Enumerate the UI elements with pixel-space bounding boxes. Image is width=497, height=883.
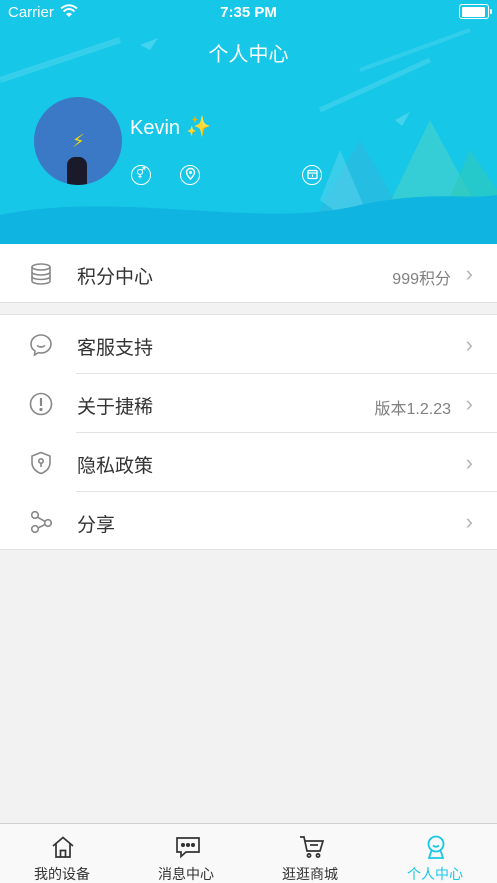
menu-label: 隐私政策 (77, 456, 154, 477)
tab-label: 逛逛商城 (282, 866, 338, 882)
tab-label: 我的设备 (34, 866, 90, 882)
status-bar: Carrier 7:35 PM (0, 0, 497, 26)
avatar[interactable]: ⚡ (34, 97, 122, 185)
menu-row-privacy[interactable]: 隐私政策 › (0, 433, 497, 492)
location-icon[interactable] (180, 165, 200, 185)
menu-row-support[interactable]: 客服支持 › (0, 315, 497, 374)
status-time: 7:35 PM (220, 4, 277, 21)
menu-label: 分享 (77, 515, 116, 536)
share-icon (28, 509, 54, 535)
chevron-right-icon: › (465, 332, 473, 357)
chevron-right-icon: › (465, 450, 473, 475)
menu-row-about[interactable]: 关于捷稀 版本1.2.23 › (0, 374, 497, 433)
chevron-right-icon: › (465, 261, 473, 286)
menu-row-points[interactable]: 积分中心 999积分 › (0, 244, 497, 303)
profile-icon (423, 834, 449, 860)
points-value: 999积分 (392, 271, 451, 288)
username[interactable]: Kevin (130, 117, 180, 140)
tab-shop[interactable]: 逛逛商城 (248, 824, 372, 883)
tab-label: 个人中心 (407, 866, 463, 882)
chevron-right-icon: › (465, 509, 473, 534)
avatar-figure (67, 157, 87, 185)
chevron-right-icon: › (465, 391, 473, 416)
menu-label: 客服支持 (77, 338, 154, 359)
settings-group: 客服支持 › 关于捷稀 版本1.2.23 › 隐私政策 › 分享 › (0, 314, 497, 550)
info-exclamation-icon (28, 391, 54, 417)
menu-label: 关于捷稀 (77, 397, 154, 418)
points-group: 积分中心 999积分 › (0, 244, 497, 303)
version-value: 版本1.2.23 (374, 401, 452, 418)
battery-icon (459, 4, 492, 19)
tab-profile[interactable]: 个人中心 (373, 824, 497, 883)
gender-icon[interactable]: ⚥ (131, 165, 151, 185)
message-icon (174, 834, 200, 860)
home-icon (50, 834, 76, 860)
coins-stack-icon (28, 261, 54, 287)
sparkles-emoji: ✨ (186, 116, 211, 138)
cart-icon (298, 834, 325, 860)
tab-my-devices[interactable]: 我的设备 (0, 824, 124, 883)
menu-row-share[interactable]: 分享 › (0, 492, 497, 551)
profile-header: Carrier 7:35 PM 个人中心 ⚡ Kevin ✨ ⚥ (0, 0, 497, 244)
shield-lock-icon (28, 450, 54, 476)
tab-bar: 我的设备 消息中心 逛逛商城 个人中心 (0, 823, 497, 883)
chat-bubble-icon (28, 332, 54, 358)
menu-label: 积分中心 (77, 267, 154, 288)
calendar-icon[interactable] (302, 165, 322, 185)
tab-messages[interactable]: 消息中心 (124, 824, 248, 883)
tab-label: 消息中心 (158, 866, 214, 882)
lightning-icon: ⚡ (72, 131, 85, 151)
page-title: 个人中心 (208, 44, 289, 66)
